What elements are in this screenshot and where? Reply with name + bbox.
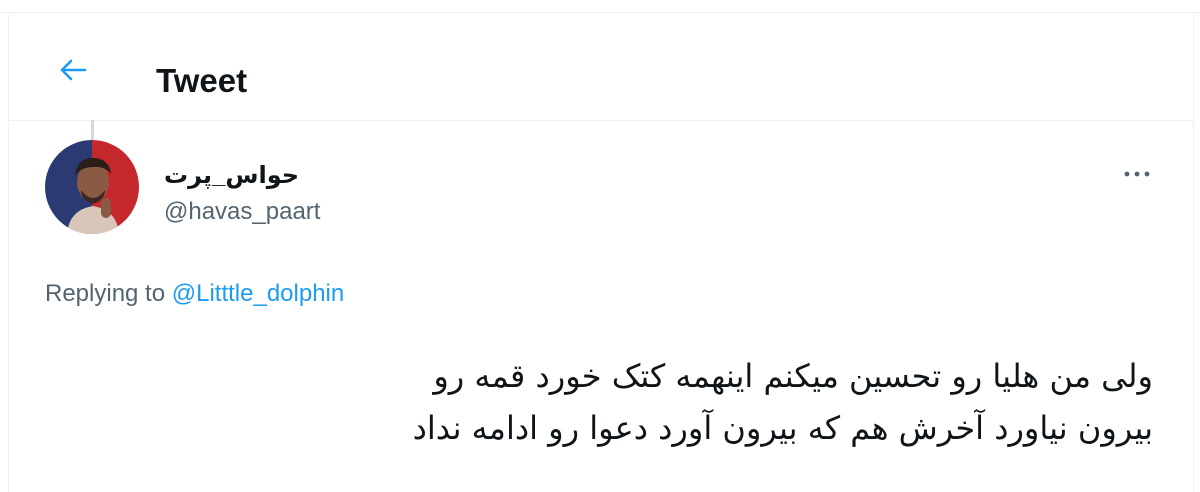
page-title: Tweet — [156, 62, 248, 99]
avatar[interactable] — [45, 140, 139, 234]
replying-to: Replying to @Litttle_dolphin — [45, 280, 344, 308]
replying-to-label: Replying to — [45, 280, 166, 307]
top-divider — [0, 0, 1200, 13]
thread-connector — [91, 120, 94, 142]
author-display-name[interactable]: حواس_پرت — [164, 161, 299, 190]
arrow-left-icon — [60, 59, 87, 81]
tweet-text-line: بیرون نیاورد آخرش هم که بیرون آورد دعوا … — [412, 409, 1153, 447]
tweet-text-line: ولی من هلیا رو تحسین میکنم اینهمه کتک خو… — [433, 357, 1153, 395]
tweet-panel: Tweet حواس_پرت @havas_paart Replying to … — [8, 14, 1194, 492]
more-options-button[interactable] — [1117, 162, 1157, 186]
avatar-photo — [45, 140, 139, 234]
mention-link[interactable]: @Litttle_dolphin — [172, 280, 344, 307]
author-username[interactable]: @havas_paart — [164, 198, 320, 226]
page-header: Tweet — [9, 14, 1193, 121]
tweet-text: ولی من هلیا رو تحسین میکنم اینهمه کتک خو… — [53, 350, 1153, 454]
back-button[interactable] — [51, 48, 95, 92]
more-horizontal-icon — [1124, 171, 1150, 177]
